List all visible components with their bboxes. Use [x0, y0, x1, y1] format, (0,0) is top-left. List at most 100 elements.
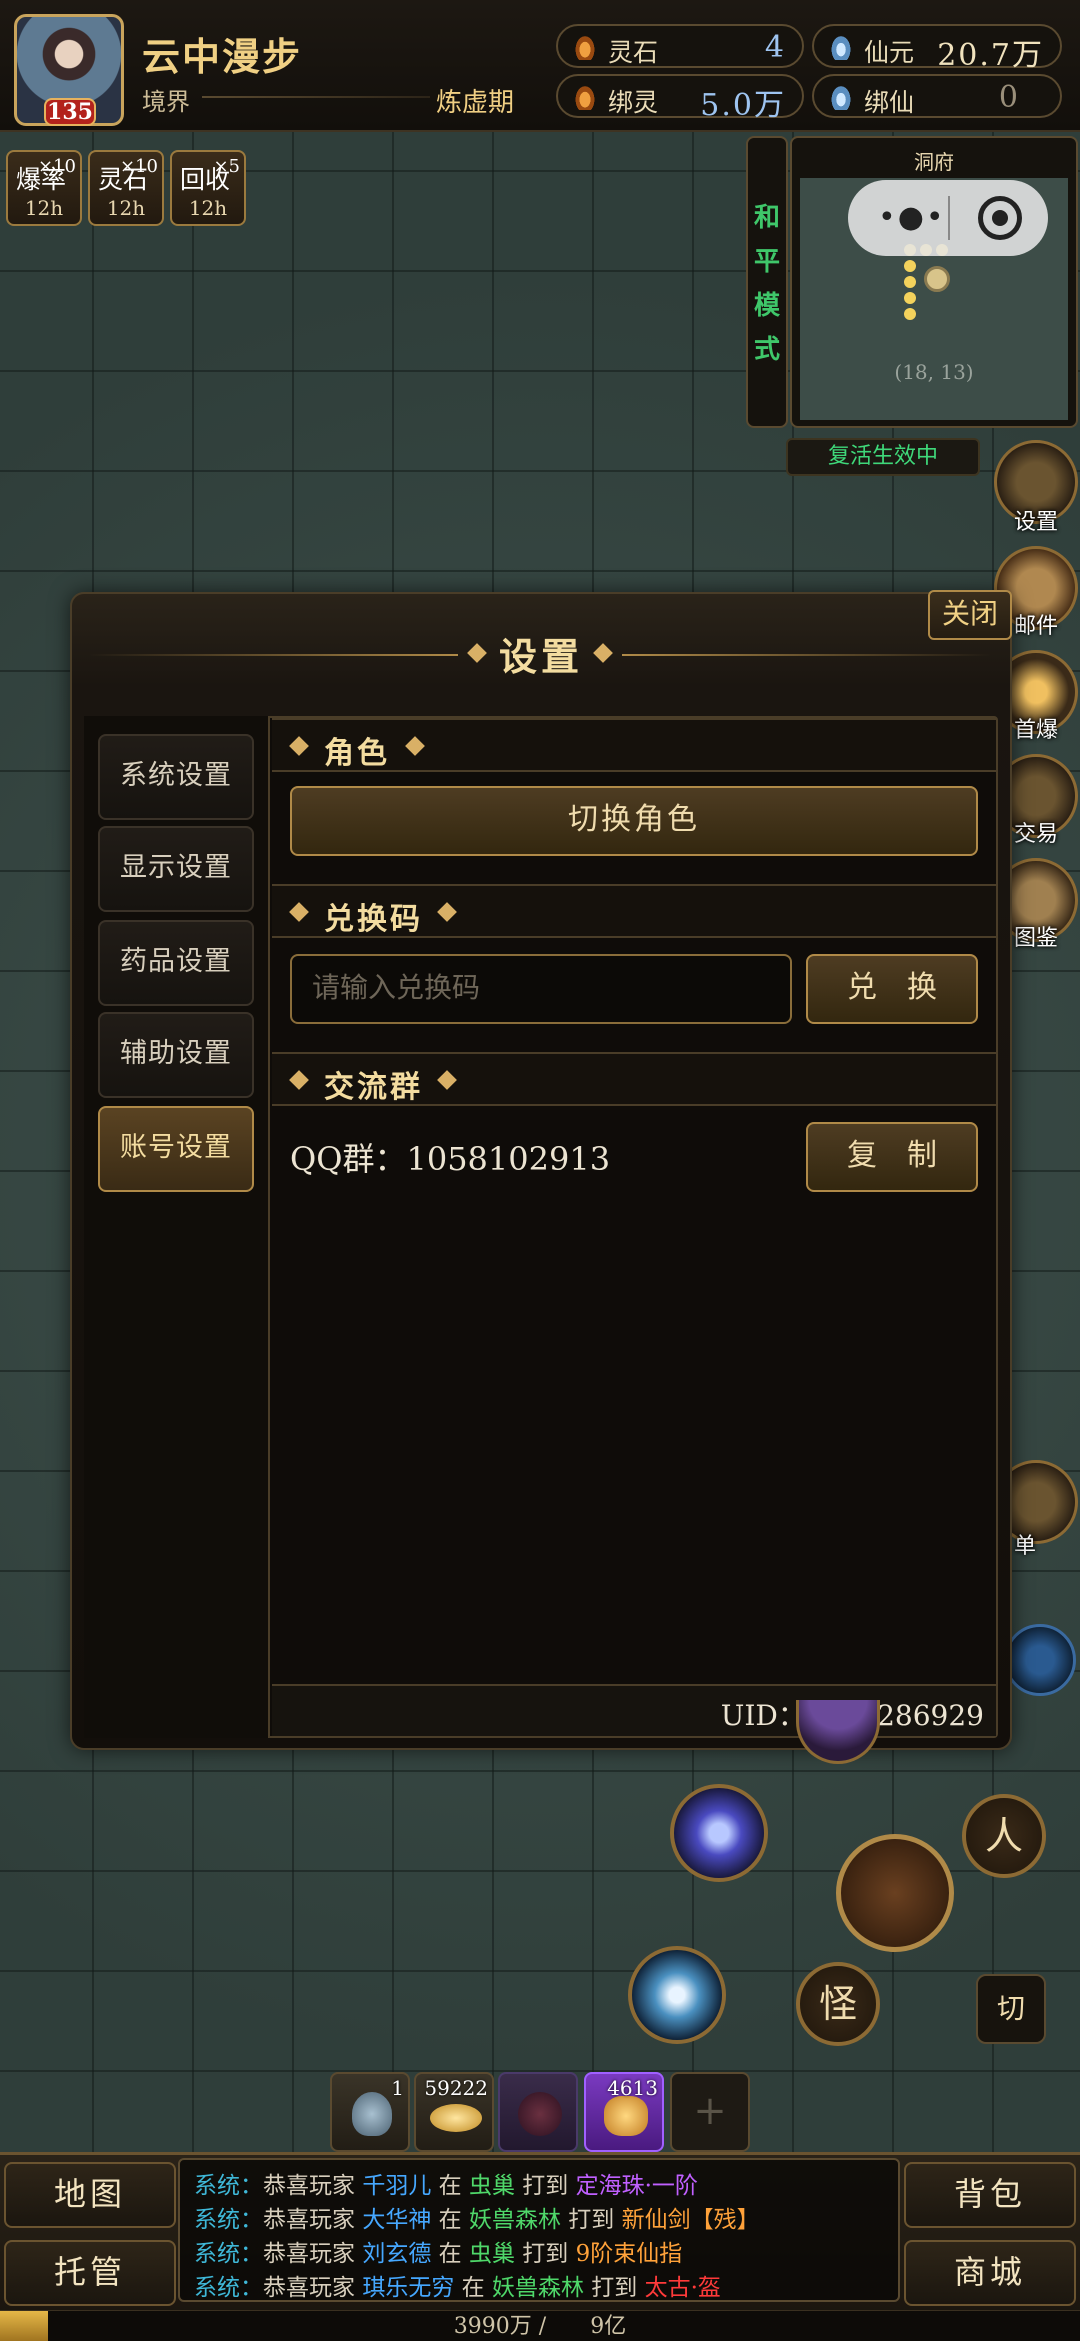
chat-segment: 妖兽森林 [468, 2207, 561, 2233]
player-name: 云中漫步 [142, 34, 303, 79]
tab-system-settings[interactable]: 系统设置 [98, 734, 254, 820]
resource-value: 5.0万 [700, 88, 786, 123]
section-diamond-icon [437, 1070, 457, 1090]
section-code-header: 兑换码 [272, 884, 996, 938]
map-button[interactable]: 地图 [4, 2162, 176, 2228]
resource-spirit-stone[interactable]: 灵石 4 [556, 24, 804, 68]
gold-ingot-icon [430, 2104, 482, 2132]
chat-segment: 打到 [514, 2241, 576, 2267]
tab-assist-settings[interactable]: 辅助设置 [98, 1012, 254, 1098]
resource-bound-immortal[interactable]: 绑仙 0 [812, 74, 1062, 118]
minimap-player-marker [924, 266, 950, 292]
revive-status: 复活生效中 [786, 438, 980, 476]
redeem-button[interactable]: 兑 换 [806, 954, 978, 1024]
chat-line: 系统：恭喜玩家 千羽儿 在 虫巢 打到 定海珠·一阶 [194, 2166, 698, 2200]
mode-char: 平 [753, 247, 780, 277]
chat-segment: 妖兽森林 [491, 2275, 584, 2301]
chat-segment: 大华神 [362, 2207, 432, 2233]
star-burst-skill-icon[interactable] [628, 1946, 726, 2044]
resource-label: 绑灵 [608, 88, 659, 117]
resource-value: 0 [998, 80, 1020, 115]
switch-target-button[interactable]: 切 [976, 1974, 1046, 2044]
section-title: 兑换码 [324, 902, 423, 937]
auto-battle-button[interactable]: 托管 [4, 2240, 176, 2306]
section-diamond-icon [437, 902, 457, 922]
realm-progress-line [202, 96, 430, 98]
chat-segment: 恭喜玩家 [263, 2241, 363, 2267]
section-diamond-icon [405, 736, 425, 756]
plus-icon: + [693, 2088, 727, 2134]
buff-drop-rate[interactable]: 爆率 ×10 12h [6, 150, 82, 226]
resource-label: 绑仙 [864, 88, 915, 117]
bag-button[interactable]: 背包 [904, 2162, 1076, 2228]
buff-multiplier: ×10 [120, 156, 158, 177]
mode-char: 式 [753, 335, 780, 365]
section-diamond-icon [289, 1070, 309, 1090]
ingot-icon [830, 84, 852, 110]
tab-account-settings[interactable]: 账号设置 [98, 1106, 254, 1192]
chat-segment: 系统： [194, 2241, 263, 2267]
resource-value: 4 [764, 30, 786, 65]
exp-text: 3990万 / 9亿 [453, 2314, 627, 2339]
switch-role-button[interactable]: 切换角色 [290, 786, 978, 856]
quick-slot-dark-orb[interactable] [498, 2072, 578, 2152]
chat-segment: 新仙剑【残】 [621, 2207, 760, 2233]
quick-slot-gold-ingot[interactable]: 59222 [414, 2072, 494, 2152]
copy-button[interactable]: 复 制 [806, 1122, 978, 1192]
quick-slot-gold-pouch[interactable]: 4613 [584, 2072, 664, 2152]
system-chat[interactable]: 系统：恭喜玩家 千羽儿 在 虫巢 打到 定海珠·一阶 系统：恭喜玩家 大华神 在 … [178, 2158, 900, 2302]
shop-button[interactable]: 商城 [904, 2240, 1076, 2306]
chat-segment: 打到 [560, 2207, 622, 2233]
section-role-header: 角色 [272, 718, 996, 772]
realm-label: 境界 [142, 88, 190, 116]
chat-segment: 虫巢 [468, 2241, 515, 2267]
buff-time: 12h [24, 196, 64, 220]
skill-partial-icon[interactable] [796, 1700, 880, 1764]
minimap-npc-dot [904, 308, 916, 320]
peace-mode-toggle[interactable]: 和 平 模 式 [746, 136, 788, 428]
close-target-icon[interactable] [978, 196, 1022, 240]
chat-segment: 打到 [514, 2173, 576, 2199]
chat-segment: 虫巢 [468, 2173, 515, 2199]
chat-segment: 太古·盔 [644, 2275, 721, 2301]
chat-segment: 琪乐无穷 [362, 2275, 455, 2301]
gold-pouch-icon [604, 2096, 648, 2136]
attack-button[interactable] [836, 1834, 954, 1952]
resource-value: 20.7万 [937, 38, 1044, 73]
chat-segment: 系统： [194, 2275, 263, 2301]
quick-slot-add[interactable]: + [670, 2072, 750, 2152]
chat-segment: 千羽儿 [362, 2173, 432, 2199]
tab-display-settings[interactable]: 显示设置 [98, 826, 254, 912]
resource-label: 仙元 [864, 38, 915, 67]
chat-line: 系统：恭喜玩家 琪乐无穷 在 妖兽森林 打到 太古·盔 [194, 2268, 721, 2302]
target-player-button[interactable]: 人 [962, 1794, 1046, 1878]
dark-orb-icon [518, 2092, 562, 2136]
chat-segment: 在 [431, 2241, 469, 2267]
spirit-hand-skill-icon[interactable] [670, 1784, 768, 1882]
bound-spirit-icon [574, 84, 596, 110]
resource-bound-spirit[interactable]: 绑灵 5.0万 [556, 74, 804, 123]
buff-multiplier: ×5 [213, 156, 240, 177]
chat-line: 系统：恭喜玩家 刘玄德 在 虫巢 打到 9阶束仙指 [194, 2234, 682, 2268]
target-monster-button[interactable]: 怪 [796, 1962, 880, 2046]
minimap-coordinates: (18, 13) [894, 360, 974, 384]
redeem-code-input[interactable]: 请输入兑换码 [290, 954, 792, 1024]
buff-spirit-stone[interactable]: 灵石 ×10 12h [88, 150, 164, 226]
buff-recycle[interactable]: 回收 ×5 12h [170, 150, 246, 226]
section-title: 角色 [324, 736, 390, 771]
mode-char: 模 [753, 291, 780, 321]
minimap-title: 洞府 [914, 150, 954, 174]
close-button[interactable]: 关闭 [928, 590, 1012, 640]
chat-segment: 在 [431, 2207, 469, 2233]
tab-potion-settings[interactable]: 药品设置 [98, 920, 254, 1006]
chat-segment: 9阶束仙指 [575, 2241, 683, 2267]
chat-segment: 恭喜玩家 [263, 2207, 363, 2233]
capsule-divider [948, 196, 950, 240]
more-icon[interactable]: •●• [878, 203, 946, 233]
resource-immortal-yuan[interactable]: 仙元 20.7万 [812, 24, 1062, 73]
skill-orb-icon[interactable] [1004, 1624, 1076, 1696]
buff-time: 12h [188, 196, 228, 220]
resource-label: 灵石 [608, 38, 659, 67]
miniprogram-capsule[interactable]: •●• [848, 180, 1048, 256]
quick-slot-rune-stone[interactable]: 1 [330, 2072, 410, 2152]
